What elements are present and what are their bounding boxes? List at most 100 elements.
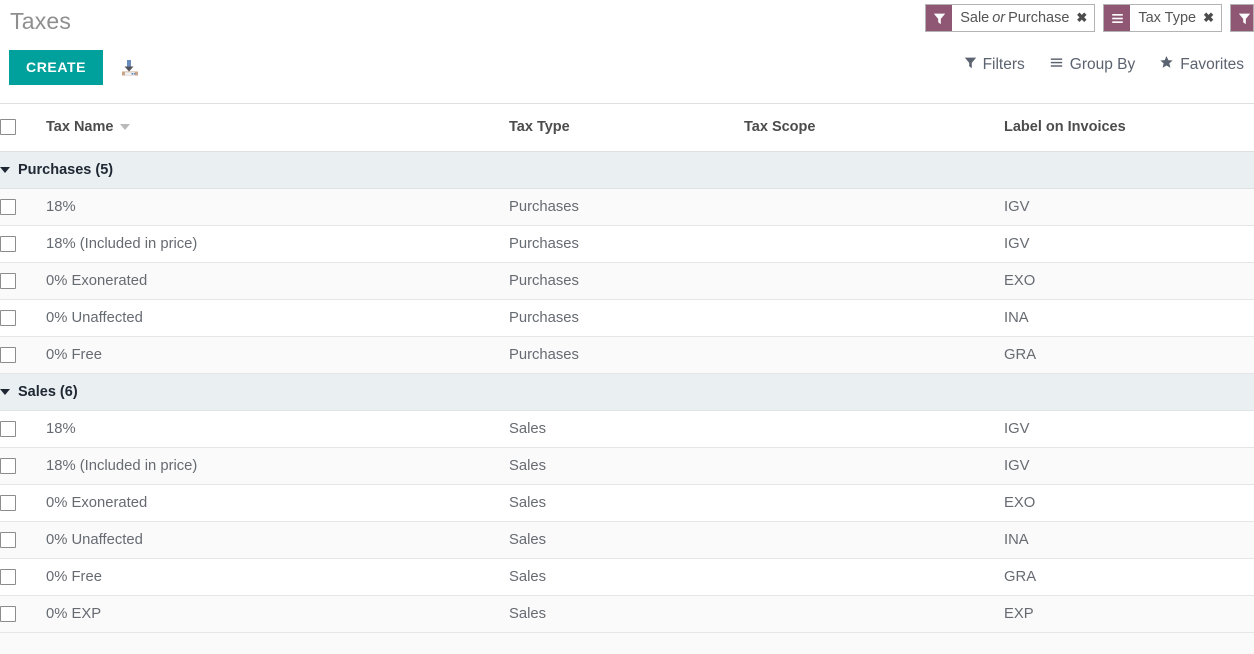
- cell-tax-scope: [744, 410, 1004, 447]
- select-all-checkbox[interactable]: [0, 119, 16, 135]
- group-header-row[interactable]: Purchases (5): [0, 151, 1254, 188]
- table-body: Purchases (5)18%PurchasesIGV18% (Include…: [0, 151, 1254, 632]
- group-header-label: Purchases (5): [18, 162, 113, 178]
- sort-descending-caret-icon: [120, 124, 130, 130]
- row-checkbox[interactable]: [0, 606, 16, 622]
- row-checkbox[interactable]: [0, 347, 16, 363]
- group-header-row[interactable]: Sales (6): [0, 373, 1254, 410]
- row-checkbox[interactable]: [0, 273, 16, 289]
- cell-tax-scope: [744, 225, 1004, 262]
- group-by-bars-icon: [1104, 5, 1130, 31]
- cell-tax-scope: [744, 188, 1004, 225]
- column-header-tax-name[interactable]: Tax Name: [46, 104, 509, 151]
- cell-label-on-invoices: IGV: [1004, 225, 1254, 262]
- cell-tax-scope: [744, 595, 1004, 632]
- facet-label-sale-or-purchase: Sale or Purchase: [952, 5, 1073, 31]
- select-all-header: [0, 104, 46, 151]
- cell-tax-scope: [744, 299, 1004, 336]
- cell-tax-name: 0% Exonerated: [46, 262, 509, 299]
- group-expanded-caret-icon: [0, 389, 10, 395]
- row-select-cell: [0, 299, 46, 336]
- table-row[interactable]: 18%PurchasesIGV: [0, 188, 1254, 225]
- facet-tax-type[interactable]: Tax Type ✖: [1103, 4, 1222, 32]
- table-row[interactable]: 0% UnaffectedSalesINA: [0, 521, 1254, 558]
- row-select-cell: [0, 558, 46, 595]
- search-facets: Sale or Purchase ✖ Tax Type ✖: [925, 4, 1254, 32]
- facet-label-tax-type: Tax Type: [1130, 5, 1200, 31]
- cell-label-on-invoices: INA: [1004, 299, 1254, 336]
- group-header-cell[interactable]: Sales (6): [0, 373, 1254, 410]
- table-row[interactable]: 0% ExoneratedPurchasesEXO: [0, 262, 1254, 299]
- cell-tax-scope: [744, 447, 1004, 484]
- facet-remove-icon-tax-type[interactable]: ✖: [1200, 5, 1221, 31]
- row-select-cell: [0, 225, 46, 262]
- cell-tax-name: 18% (Included in price): [46, 447, 509, 484]
- search-menu-row: Filters Group By Favorites: [964, 55, 1244, 74]
- table-row[interactable]: 0% FreePurchasesGRA: [0, 336, 1254, 373]
- list-footer-space: [0, 633, 1254, 654]
- cell-label-on-invoices: GRA: [1004, 336, 1254, 373]
- row-checkbox[interactable]: [0, 236, 16, 252]
- cell-label-on-invoices: IGV: [1004, 410, 1254, 447]
- cell-tax-name: 0% Unaffected: [46, 521, 509, 558]
- row-checkbox[interactable]: [0, 569, 16, 585]
- column-header-tax-scope[interactable]: Tax Scope: [744, 104, 1004, 151]
- cell-tax-scope: [744, 484, 1004, 521]
- filters-menu[interactable]: Filters: [964, 56, 1025, 74]
- column-header-label-on-invoices[interactable]: Label on Invoices: [1004, 104, 1254, 151]
- cell-label-on-invoices: IGV: [1004, 447, 1254, 484]
- cell-tax-scope: [744, 521, 1004, 558]
- table-row[interactable]: 0% EXPSalesEXP: [0, 595, 1254, 632]
- cell-tax-scope: [744, 558, 1004, 595]
- import-download-icon[interactable]: [117, 55, 143, 81]
- facet-remove-icon-sale-or-purchase[interactable]: ✖: [1073, 5, 1094, 31]
- table-row[interactable]: 0% FreeSalesGRA: [0, 558, 1254, 595]
- create-button[interactable]: CREATE: [9, 50, 103, 85]
- filter-funnel-icon-clipped: [1231, 5, 1254, 31]
- cell-label-on-invoices: EXP: [1004, 595, 1254, 632]
- row-checkbox[interactable]: [0, 532, 16, 548]
- row-checkbox[interactable]: [0, 495, 16, 511]
- star-icon: [1159, 55, 1174, 74]
- row-checkbox[interactable]: [0, 199, 16, 215]
- row-checkbox[interactable]: [0, 421, 16, 437]
- facet-clipped-partial[interactable]: [1230, 4, 1254, 32]
- table-row[interactable]: 0% ExoneratedSalesEXO: [0, 484, 1254, 521]
- group-expanded-caret-icon: [0, 167, 10, 173]
- row-select-cell: [0, 484, 46, 521]
- group-by-bars-icon: [1049, 56, 1064, 74]
- facet-text-post: Purchase: [1008, 10, 1069, 26]
- cell-tax-name: 0% Exonerated: [46, 484, 509, 521]
- cell-tax-type: Purchases: [509, 336, 744, 373]
- cell-label-on-invoices: EXO: [1004, 484, 1254, 521]
- cell-tax-name: 18%: [46, 188, 509, 225]
- row-select-cell: [0, 188, 46, 225]
- cell-label-on-invoices: GRA: [1004, 558, 1254, 595]
- cell-tax-type: Purchases: [509, 225, 744, 262]
- row-select-cell: [0, 410, 46, 447]
- filters-menu-label: Filters: [983, 56, 1025, 74]
- table-row[interactable]: 18%SalesIGV: [0, 410, 1254, 447]
- table-row[interactable]: 0% UnaffectedPurchases INA: [0, 299, 1254, 336]
- row-select-cell: [0, 447, 46, 484]
- cell-tax-name: 0% EXP: [46, 595, 509, 632]
- table-row[interactable]: 18% (Included in price)PurchasesIGV: [0, 225, 1254, 262]
- cell-tax-scope: [744, 336, 1004, 373]
- group-by-menu[interactable]: Group By: [1049, 56, 1135, 74]
- cell-tax-type: Purchases: [509, 188, 744, 225]
- group-header-cell[interactable]: Purchases (5): [0, 151, 1254, 188]
- column-header-tax-type[interactable]: Tax Type: [509, 104, 744, 151]
- group-by-menu-label: Group By: [1070, 56, 1135, 74]
- row-checkbox[interactable]: [0, 310, 16, 326]
- cell-tax-name: 0% Unaffected: [46, 299, 509, 336]
- table-header-row: Tax Name Tax Type Tax Scope Label on Inv…: [0, 104, 1254, 151]
- facet-sale-or-purchase[interactable]: Sale or Purchase ✖: [925, 4, 1095, 32]
- cell-tax-name: 0% Free: [46, 558, 509, 595]
- filter-funnel-icon: [926, 5, 952, 31]
- facet-text-pre: Sale: [960, 10, 989, 26]
- table-header: Tax Name Tax Type Tax Scope Label on Inv…: [0, 104, 1254, 151]
- favorites-menu[interactable]: Favorites: [1159, 55, 1244, 74]
- cell-tax-type: Purchases: [509, 299, 744, 336]
- table-row[interactable]: 18% (Included in price)SalesIGV: [0, 447, 1254, 484]
- row-checkbox[interactable]: [0, 458, 16, 474]
